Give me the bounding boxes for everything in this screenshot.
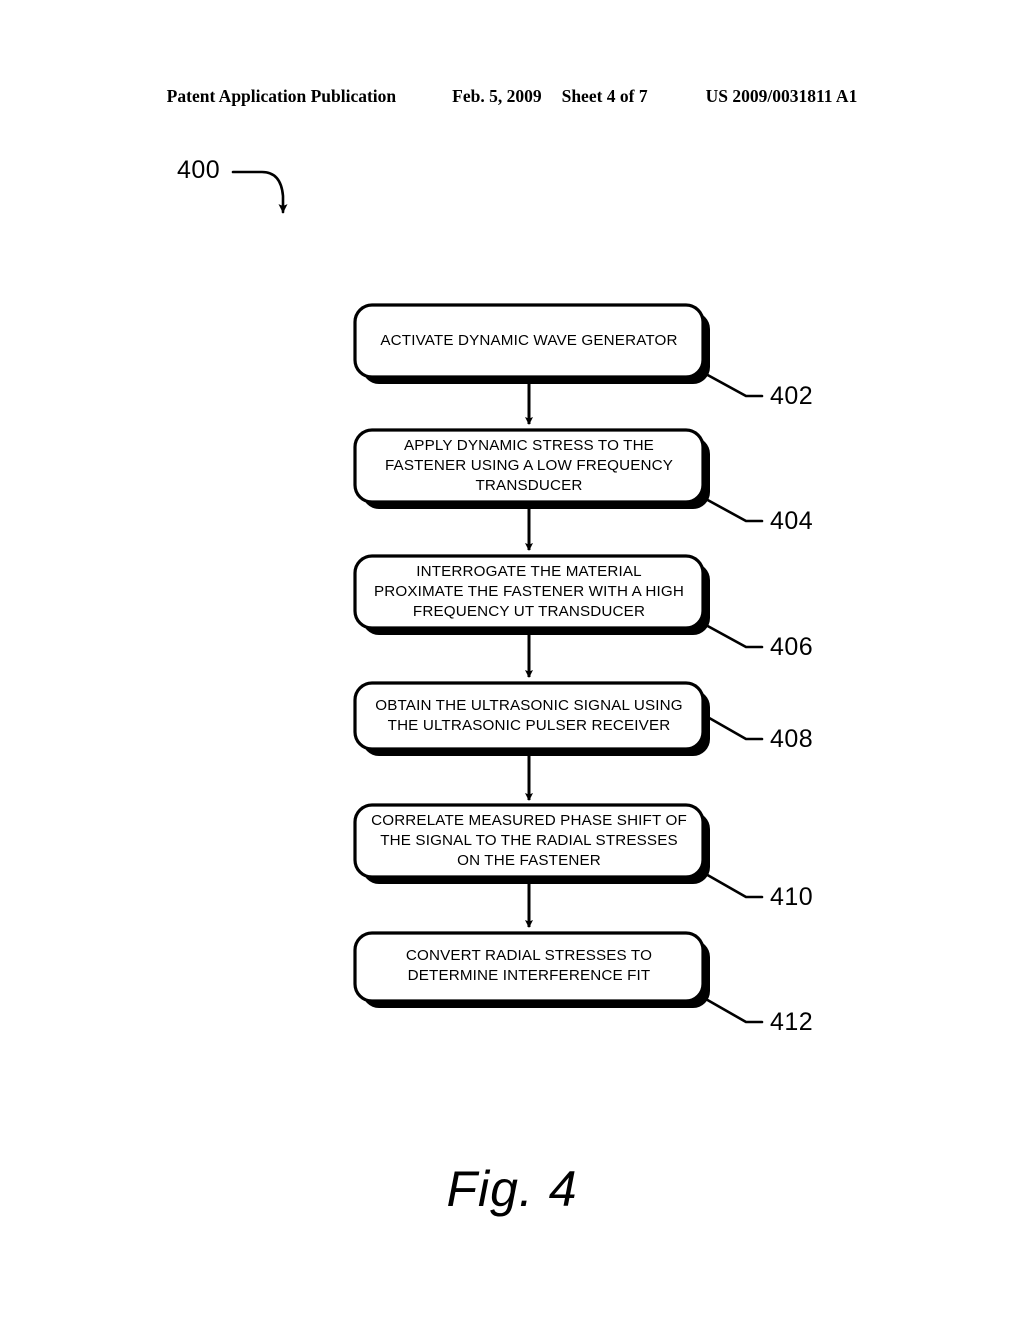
ref-leader-410: [702, 871, 764, 899]
ref-numeral-402: 402: [770, 382, 814, 410]
ref-leader-408: [702, 713, 764, 741]
flow-box-412-label: CONVERT RADIAL STRESSES TO DETERMINE INT…: [405, 947, 653, 984]
figure-caption: Fig. 4: [446, 1161, 578, 1217]
ref-leader-406: [702, 622, 764, 649]
ref-numeral-404: 404: [770, 507, 814, 535]
ref-leader-402: [702, 371, 764, 398]
flow-box-408-label: OBTAIN THE ULTRASONIC SIGNAL USING THE U…: [375, 697, 683, 734]
diagram-ref-400: 400: [177, 156, 221, 184]
ref-leader-404: [702, 496, 764, 523]
ref-numeral-412: 412: [770, 1008, 814, 1036]
ref-numeral-406: 406: [770, 633, 814, 661]
flow-box-402-label: ACTIVATE DYNAMIC WAVE GENERATOR: [380, 332, 678, 349]
flow-box-404-label: APPLY DYNAMIC STRESS TO THE FASTENER USI…: [384, 437, 674, 494]
flow-box-406-label: INTERROGATE THE MATERIAL PROXIMATE THE F…: [373, 563, 684, 620]
diagram-ref-leader-400: [231, 170, 288, 214]
ref-leader-412: [702, 996, 764, 1024]
figure-4-drawing: [0, 0, 1024, 1320]
ref-numeral-408: 408: [770, 725, 814, 753]
flow-box-410-label: CORRELATE MEASURED PHASE SHIFT OF THE SI…: [371, 812, 687, 869]
ref-numeral-410: 410: [770, 883, 814, 911]
